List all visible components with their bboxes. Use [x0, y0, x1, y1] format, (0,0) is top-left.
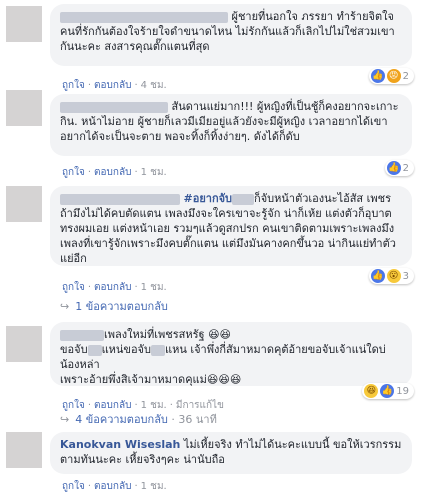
like-icon: 👍 — [370, 69, 385, 83]
like-icon: 👍 — [386, 161, 401, 175]
timestamp[interactable]: 1 ชม. — [141, 282, 167, 293]
like-button[interactable]: ถูกใจ — [62, 167, 85, 178]
angry-icon: 😡 — [386, 69, 401, 83]
comment-bubble: สันดานแย่มาก!!! ผู้หญิงที่เป็นชู้ก็คงอยา… — [50, 94, 412, 156]
comment-line: ขอจับ — [60, 343, 88, 356]
comment-line: แหน่ขอจับ — [101, 343, 151, 356]
redacted-name[interactable] — [60, 329, 104, 341]
reaction-summary[interactable]: 👍 😮 3 — [368, 268, 414, 284]
commenter-name[interactable]: Kanokvan Wiseslah — [60, 438, 180, 451]
redacted-text — [232, 193, 255, 205]
redacted-name[interactable] — [60, 101, 168, 113]
redacted-name[interactable] — [60, 11, 228, 23]
reply-button[interactable]: ตอบกลับ — [94, 80, 131, 91]
reaction-count: 19 — [396, 385, 409, 397]
timestamp[interactable]: 4 ชม. — [141, 80, 167, 91]
comment-line: เพลงใหม่ที่เพชรสหรัฐ — [104, 328, 205, 341]
reaction-count: 3 — [402, 270, 409, 282]
comment-actions: ถูกใจ · ตอบกลับ · 1 ชม. — [62, 167, 167, 178]
reply-button[interactable]: ตอบกลับ — [94, 282, 131, 293]
redacted-text — [150, 344, 165, 356]
view-replies-link[interactable]: ↪ 4 ข้อความตอบกลับ · 36 นาที — [60, 410, 217, 428]
reply-button[interactable]: ตอบกลับ — [94, 167, 131, 178]
hashtag-link[interactable]: #อยากจับ — [184, 192, 233, 205]
like-button[interactable]: ถูกใจ — [62, 80, 85, 91]
avatar[interactable] — [6, 6, 42, 42]
reaction-count: 2 — [402, 70, 409, 82]
reaction-count: 2 — [402, 162, 409, 174]
reaction-summary[interactable]: 😆 👍 19 — [362, 383, 414, 399]
comment-bubble: ผู้ชายที่นอกใจ ภรรยา ทำร้ายจิตใจคนที่รัก… — [50, 4, 412, 66]
comment-bubble: เพลงใหม่ที่เพชรสหรัฐ 😆😆 ขอจับ แหน่ขอจับ แห… — [50, 322, 412, 386]
like-button[interactable]: ถูกใจ — [62, 481, 85, 492]
comment-bubble: Kanokvan Wiseslah ไม่เหี้ยจริง ทำไม่ได้น… — [50, 432, 412, 474]
avatar[interactable] — [6, 90, 42, 126]
reaction-summary[interactable]: 👍 😡 2 — [368, 68, 414, 84]
redacted-text — [87, 344, 102, 356]
comment-bubble: #อยากจับ ก็จับหน้าตัวเองนะไอ้สัส เพชร ถ้า… — [50, 186, 412, 266]
comment-actions: ถูกใจ · ตอบกลับ · 1 ชม. — [62, 282, 167, 293]
reaction-summary[interactable]: 👍 2 — [384, 160, 414, 176]
comment-actions: ถูกใจ · ตอบกลับ · 1 ชม. — [62, 481, 167, 492]
like-icon: 👍 — [380, 384, 395, 398]
timestamp[interactable]: 1 ชม. — [141, 167, 167, 178]
comment-actions: ถูกใจ · ตอบกลับ · 4 ชม. — [62, 80, 167, 91]
laugh-emoji: 😆 — [218, 373, 230, 386]
laugh-icon: 😆 — [364, 384, 379, 398]
redacted-name[interactable] — [60, 193, 180, 205]
replies-time: 36 นาที — [178, 413, 217, 426]
like-icon: 👍 — [370, 269, 385, 283]
view-replies-link[interactable]: ↪ 1 ข้อความตอบกลับ — [60, 297, 168, 315]
reply-arrow-icon: ↪ — [60, 413, 70, 426]
laugh-emoji: 😆 — [219, 328, 232, 341]
reply-button[interactable]: ตอบกลับ — [94, 481, 131, 492]
wow-icon: 😮 — [386, 269, 401, 283]
replies-count: 4 ข้อความตอบกลับ — [75, 413, 168, 426]
laugh-emoji: 😆 — [229, 373, 242, 386]
like-button[interactable]: ถูกใจ — [62, 282, 85, 293]
avatar[interactable] — [6, 432, 42, 468]
reply-arrow-icon: ↪ — [60, 300, 70, 313]
timestamp[interactable]: 1 ชม. — [141, 481, 167, 492]
avatar[interactable] — [6, 326, 42, 362]
replies-count: 1 ข้อความตอบกลับ — [75, 300, 168, 313]
avatar[interactable] — [6, 186, 42, 222]
laugh-emoji: 😆 — [206, 373, 219, 386]
laugh-emoji: 😆 — [208, 328, 220, 341]
comment-line: เพราะอ้ายพึ่งสิเจ้ามาหมาดคุแม่ — [60, 373, 207, 386]
